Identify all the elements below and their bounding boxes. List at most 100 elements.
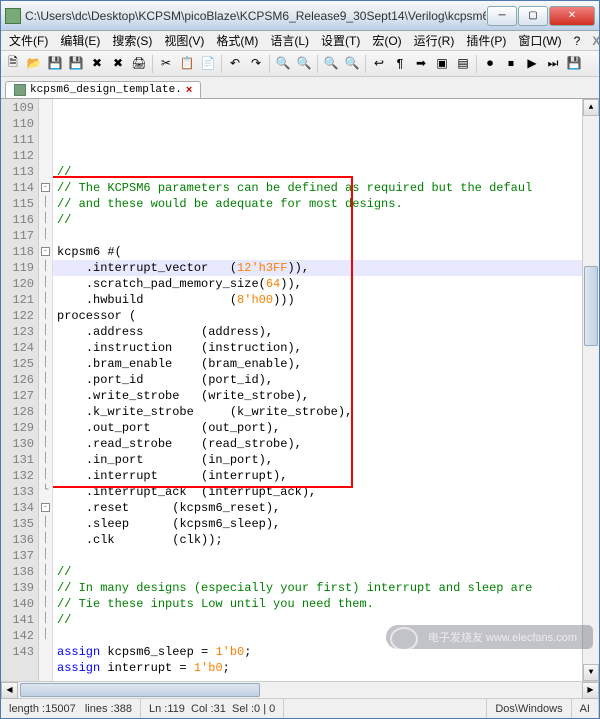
- code-line[interactable]: // In many designs (especially your firs…: [57, 580, 582, 596]
- code-line[interactable]: // Tie these inputs Low until you need t…: [57, 596, 582, 612]
- menu-format[interactable]: 格式(M): [210, 30, 264, 51]
- run-multi-icon[interactable]: ⏭: [543, 54, 563, 74]
- fold-marker[interactable]: │: [39, 532, 52, 548]
- fold-marker[interactable]: -: [39, 244, 52, 260]
- file-tab[interactable]: kcpsm6_design_template. ×: [5, 81, 201, 98]
- save-all-icon[interactable]: 💾: [66, 54, 86, 74]
- fold-marker[interactable]: │: [39, 324, 52, 340]
- scroll-right-icon[interactable]: ▶: [582, 682, 599, 699]
- save-macro-icon[interactable]: 💾: [564, 54, 584, 74]
- undo-icon[interactable]: ↶: [225, 54, 245, 74]
- code-line[interactable]: .k_write_strobe (k_write_strobe),: [57, 404, 582, 420]
- copy-icon[interactable]: 📋: [177, 54, 197, 74]
- code-line[interactable]: [57, 548, 582, 564]
- fold-marker[interactable]: │: [39, 452, 52, 468]
- menu-view[interactable]: 视图(V): [158, 30, 210, 51]
- code-line[interactable]: .hwbuild (8'h00))): [57, 292, 582, 308]
- close-file-icon[interactable]: ✖: [87, 54, 107, 74]
- unfold-icon[interactable]: ▤: [453, 54, 473, 74]
- zoom-in-icon[interactable]: 🔍: [321, 54, 341, 74]
- new-file-icon[interactable]: 🗎: [3, 54, 23, 74]
- fold-marker[interactable]: │: [39, 612, 52, 628]
- code-editor[interactable]: // // The KCPSM6 parameters can be define…: [53, 99, 582, 681]
- fold-marker[interactable]: -: [39, 180, 52, 196]
- code-line[interactable]: //: [57, 564, 582, 580]
- close-tab-icon[interactable]: ×: [186, 84, 192, 96]
- save-icon[interactable]: 💾: [45, 54, 65, 74]
- fold-marker[interactable]: │: [39, 404, 52, 420]
- fold-marker[interactable]: │: [39, 628, 52, 644]
- indent-icon[interactable]: ➡: [411, 54, 431, 74]
- code-line[interactable]: .reset (kcpsm6_reset),: [57, 500, 582, 516]
- vertical-scrollbar[interactable]: ▲ ▼: [582, 99, 599, 681]
- menu-settings[interactable]: 设置(T): [315, 30, 366, 51]
- fold-marker[interactable]: │: [39, 516, 52, 532]
- code-line[interactable]: [57, 676, 582, 681]
- fold-marker[interactable]: │: [39, 356, 52, 372]
- menu-window[interactable]: 窗口(W): [512, 30, 567, 51]
- code-line[interactable]: .clk (clk));: [57, 532, 582, 548]
- scroll-thumb[interactable]: [584, 266, 598, 346]
- fold-marker[interactable]: │: [39, 212, 52, 228]
- fold-marker[interactable]: │: [39, 196, 52, 212]
- fold-marker[interactable]: │: [39, 468, 52, 484]
- fold-icon[interactable]: ▣: [432, 54, 452, 74]
- fold-column[interactable]: -│││-││││││││││││││└-││││││││: [39, 99, 53, 681]
- find-icon[interactable]: 🔍: [273, 54, 293, 74]
- code-line[interactable]: .interrupt_vector (12'h3FF)),: [57, 260, 582, 276]
- fold-marker[interactable]: │: [39, 436, 52, 452]
- code-line[interactable]: [57, 228, 582, 244]
- code-line[interactable]: assign interrupt = 1'b0;: [57, 660, 582, 676]
- code-line[interactable]: .out_port (out_port),: [57, 420, 582, 436]
- titlebar[interactable]: C:\Users\dc\Desktop\KCPSM\picoBlaze\KCPS…: [1, 1, 599, 31]
- code-line[interactable]: .port_id (port_id),: [57, 372, 582, 388]
- paste-icon[interactable]: 📄: [198, 54, 218, 74]
- menu-macro[interactable]: 宏(O): [366, 30, 407, 51]
- menu-plugins[interactable]: 插件(P): [460, 30, 512, 51]
- code-line[interactable]: .interrupt_ack (interrupt_ack),: [57, 484, 582, 500]
- menu-run[interactable]: 运行(R): [408, 30, 461, 51]
- replace-icon[interactable]: 🔍: [294, 54, 314, 74]
- fold-marker[interactable]: └: [39, 484, 52, 500]
- fold-marker[interactable]: │: [39, 276, 52, 292]
- code-line[interactable]: .sleep (kcpsm6_sleep),: [57, 516, 582, 532]
- menu-file[interactable]: 文件(F): [3, 30, 54, 51]
- code-line[interactable]: .address (address),: [57, 324, 582, 340]
- fold-marker[interactable]: │: [39, 420, 52, 436]
- code-line[interactable]: .read_strobe (read_strobe),: [57, 436, 582, 452]
- menu-language[interactable]: 语言(L): [264, 30, 315, 51]
- play-macro-icon[interactable]: ▶: [522, 54, 542, 74]
- zoom-out-icon[interactable]: 🔍: [342, 54, 362, 74]
- code-line[interactable]: kcpsm6 #(: [57, 244, 582, 260]
- code-line[interactable]: // and these would be adequate for most …: [57, 196, 582, 212]
- scroll-up-icon[interactable]: ▲: [583, 99, 599, 116]
- fold-marker[interactable]: [39, 100, 52, 116]
- fold-marker[interactable]: [39, 116, 52, 132]
- menu-search[interactable]: 搜索(S): [106, 30, 158, 51]
- redo-icon[interactable]: ↷: [246, 54, 266, 74]
- show-all-icon[interactable]: ¶: [390, 54, 410, 74]
- code-line[interactable]: // The KCPSM6 parameters can be defined …: [57, 180, 582, 196]
- fold-marker[interactable]: [39, 132, 52, 148]
- fold-marker[interactable]: │: [39, 308, 52, 324]
- fold-marker[interactable]: │: [39, 548, 52, 564]
- fold-marker[interactable]: │: [39, 596, 52, 612]
- fold-marker[interactable]: │: [39, 564, 52, 580]
- close-button[interactable]: ✕: [549, 6, 595, 26]
- code-line[interactable]: .bram_enable (bram_enable),: [57, 356, 582, 372]
- open-file-icon[interactable]: 📂: [24, 54, 44, 74]
- scroll-left-icon[interactable]: ◀: [1, 682, 18, 699]
- fold-marker[interactable]: [39, 148, 52, 164]
- fold-marker[interactable]: │: [39, 292, 52, 308]
- code-line[interactable]: .instruction (instruction),: [57, 340, 582, 356]
- close-all-icon[interactable]: ✖: [108, 54, 128, 74]
- maximize-button[interactable]: ▢: [518, 6, 548, 26]
- fold-marker[interactable]: │: [39, 340, 52, 356]
- scroll-thumb-h[interactable]: [20, 683, 260, 697]
- code-line[interactable]: .in_port (in_port),: [57, 452, 582, 468]
- fold-marker[interactable]: │: [39, 388, 52, 404]
- fold-marker[interactable]: [39, 164, 52, 180]
- scroll-down-icon[interactable]: ▼: [583, 664, 599, 681]
- code-line[interactable]: processor (: [57, 308, 582, 324]
- record-macro-icon[interactable]: ⏺: [480, 54, 500, 74]
